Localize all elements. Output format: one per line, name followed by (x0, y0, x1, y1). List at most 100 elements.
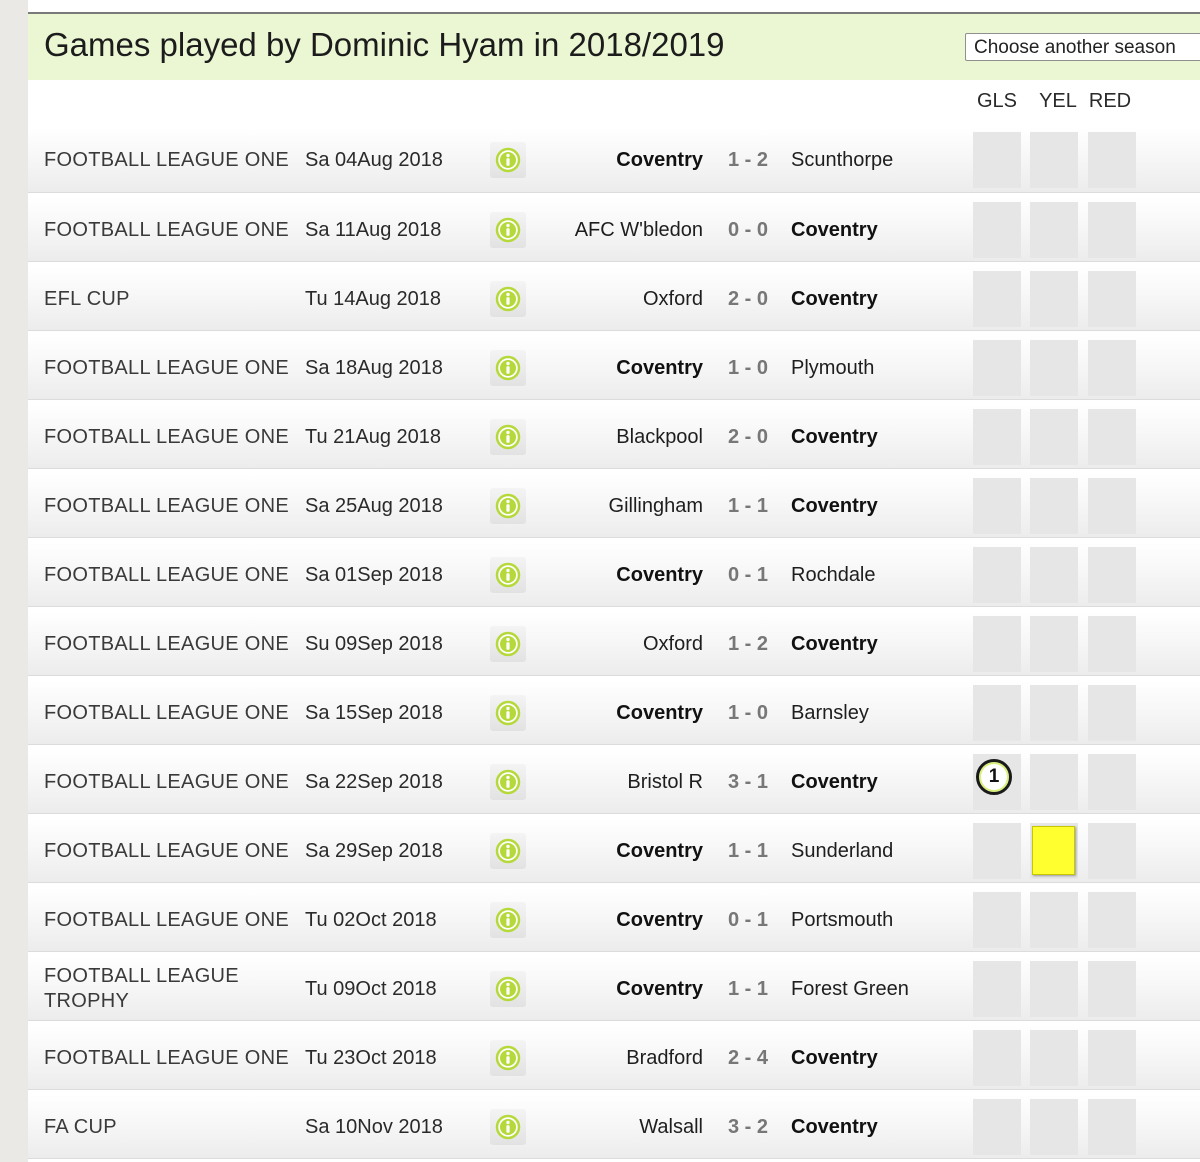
match-info-button[interactable] (490, 1109, 526, 1145)
yellow-cards-cell (1030, 616, 1078, 672)
game-row: FOOTBALL LEAGUE ONE Sa 04Aug 2018 Covent… (28, 124, 1200, 193)
match-info-button[interactable] (490, 764, 526, 800)
info-icon (495, 1114, 521, 1140)
away-team[interactable]: Scunthorpe (791, 128, 893, 192)
match-score[interactable]: 0 - 1 (718, 543, 778, 607)
home-team[interactable]: Bradford (626, 1026, 703, 1090)
away-team[interactable]: Coventry (791, 405, 878, 469)
match-info-button[interactable] (490, 212, 526, 248)
goals-cell (973, 961, 1021, 1017)
match-score[interactable]: 1 - 2 (718, 612, 778, 676)
game-row: FOOTBALL LEAGUE ONE Sa 25Aug 2018 Gillin… (28, 469, 1200, 538)
goals-cell (973, 478, 1021, 534)
away-team[interactable]: Coventry (791, 1095, 878, 1159)
home-team[interactable]: Coventry (616, 336, 703, 400)
red-cards-cell (1088, 340, 1136, 396)
competition: EFL CUP (44, 287, 130, 310)
match-score[interactable]: 1 - 1 (718, 957, 778, 1021)
home-team[interactable]: Coventry (616, 957, 703, 1021)
away-team[interactable]: Sunderland (791, 819, 893, 883)
competition: FOOTBALL LEAGUE ONE (44, 839, 290, 862)
home-team[interactable]: Coventry (616, 888, 703, 952)
match-info-button[interactable] (490, 557, 526, 593)
page-title: Games played by Dominic Hyam in 2018/201… (44, 26, 725, 63)
goals-cell (973, 1099, 1021, 1155)
goals-cell (973, 892, 1021, 948)
match-score[interactable]: 0 - 1 (718, 888, 778, 952)
match-date: Tu 21Aug 2018 (305, 425, 442, 448)
match-info-button[interactable] (490, 833, 526, 869)
competition: FOOTBALL LEAGUE ONE (44, 494, 290, 517)
match-info-button[interactable] (490, 695, 526, 731)
match-date: Sa 10Nov 2018 (305, 1115, 443, 1138)
game-row: FOOTBALL LEAGUE ONE Sa 29Sep 2018 Covent… (28, 814, 1200, 883)
match-score[interactable]: 1 - 1 (718, 819, 778, 883)
home-team[interactable]: Coventry (616, 681, 703, 745)
away-team[interactable]: Barnsley (791, 681, 869, 745)
away-team[interactable]: Coventry (791, 474, 878, 538)
info-icon (495, 700, 521, 726)
away-team[interactable]: Coventry (791, 267, 878, 331)
match-date: Tu 02Oct 2018 (305, 908, 437, 931)
home-team[interactable]: Oxford (643, 612, 703, 676)
match-info-button[interactable] (490, 419, 526, 455)
competition: FOOTBALL LEAGUE ONE (44, 356, 290, 379)
red-cards-cell (1088, 409, 1136, 465)
match-info-button[interactable] (490, 488, 526, 524)
away-team[interactable]: Coventry (791, 612, 878, 676)
match-score[interactable]: 2 - 0 (718, 405, 778, 469)
match-score[interactable]: 1 - 1 (718, 474, 778, 538)
home-team[interactable]: Bristol R (627, 750, 703, 814)
match-info-button[interactable] (490, 142, 526, 178)
match-score[interactable]: 1 - 2 (718, 128, 778, 192)
red-cards-cell (1088, 616, 1136, 672)
home-team[interactable]: Blackpool (616, 405, 703, 469)
season-select[interactable]: Choose another season (965, 33, 1200, 61)
match-info-button[interactable] (490, 902, 526, 938)
yellow-cards-cell (1030, 1030, 1078, 1086)
away-team[interactable]: Forest Green (791, 957, 909, 1021)
match-score[interactable]: 0 - 0 (718, 198, 778, 262)
home-team[interactable]: Coventry (616, 819, 703, 883)
game-row: FOOTBALL LEAGUE ONE Sa 18Aug 2018 Covent… (28, 331, 1200, 400)
home-team[interactable]: Walsall (639, 1095, 703, 1159)
home-team[interactable]: Coventry (616, 543, 703, 607)
match-score[interactable]: 1 - 0 (718, 681, 778, 745)
match-info-button[interactable] (490, 971, 526, 1007)
info-icon (495, 769, 521, 795)
match-score[interactable]: 3 - 1 (718, 750, 778, 814)
home-team[interactable]: Gillingham (609, 474, 703, 538)
match-score[interactable]: 1 - 0 (718, 336, 778, 400)
match-score[interactable]: 2 - 0 (718, 267, 778, 331)
away-team[interactable]: Rochdale (791, 543, 876, 607)
match-info-button[interactable] (490, 1040, 526, 1076)
game-row: FOOTBALL LEAGUE ONE Tu 02Oct 2018 Covent… (28, 883, 1200, 952)
home-team[interactable]: Oxford (643, 267, 703, 331)
game-row: FOOTBALL LEAGUE ONE Sa 15Sep 2018 Covent… (28, 676, 1200, 745)
red-cards-cell (1088, 271, 1136, 327)
info-icon (495, 424, 521, 450)
goal-count: 1 (988, 766, 1000, 787)
yellow-cards-cell (1030, 685, 1078, 741)
match-info-button[interactable] (490, 350, 526, 386)
info-icon (495, 976, 521, 1002)
red-cards-cell (1088, 1099, 1136, 1155)
match-score[interactable]: 3 - 2 (718, 1095, 778, 1159)
info-icon (495, 1045, 521, 1071)
away-team[interactable]: Plymouth (791, 336, 874, 400)
match-date: Sa 29Sep 2018 (305, 839, 443, 862)
info-icon (495, 286, 521, 312)
home-team[interactable]: AFC W'bledon (575, 198, 703, 262)
match-info-button[interactable] (490, 626, 526, 662)
home-team[interactable]: Coventry (616, 128, 703, 192)
table-header: GLS YEL RED (28, 80, 1200, 124)
away-team[interactable]: Coventry (791, 1026, 878, 1090)
away-team[interactable]: Coventry (791, 750, 878, 814)
match-date: Tu 14Aug 2018 (305, 287, 442, 310)
info-icon (495, 493, 521, 519)
away-team[interactable]: Coventry (791, 198, 878, 262)
match-score[interactable]: 2 - 4 (718, 1026, 778, 1090)
yellow-cards-cell (1030, 547, 1078, 603)
away-team[interactable]: Portsmouth (791, 888, 893, 952)
match-info-button[interactable] (490, 281, 526, 317)
